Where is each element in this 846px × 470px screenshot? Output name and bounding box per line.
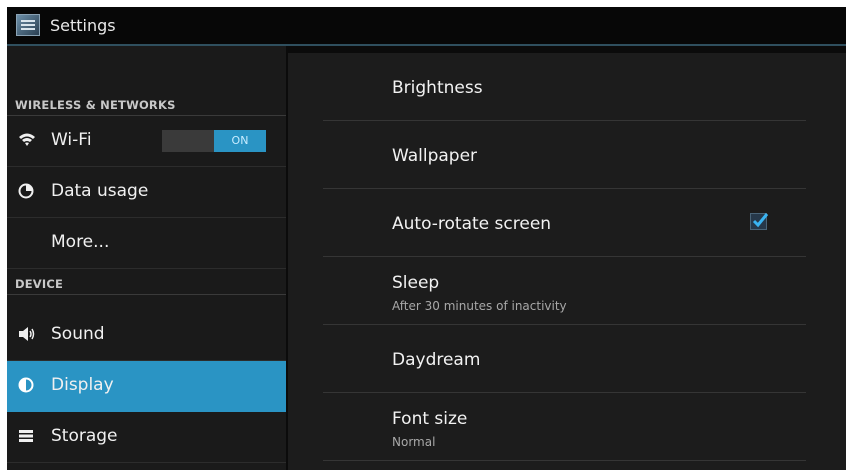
sidebar-item-label: Sound [51, 324, 105, 344]
sidebar-item-label: Storage [51, 426, 118, 446]
display-settings-list: Brightness Wallpaper Auto-rotate screen … [288, 53, 846, 470]
sound-icon [18, 326, 36, 344]
settings-app-icon[interactable] [16, 14, 40, 36]
section-header-device: DEVICE [7, 269, 286, 295]
pref-font-size[interactable]: Font size Normal [323, 393, 806, 461]
section-header-label: DEVICE [15, 277, 64, 291]
wifi-icon [18, 132, 36, 150]
app-title: Settings [50, 16, 116, 35]
checkmark-icon [752, 213, 769, 228]
pref-title: Auto-rotate screen [392, 214, 552, 234]
pref-title: Daydream [392, 350, 481, 370]
pref-sleep[interactable]: Sleep After 30 minutes of inactivity [323, 257, 806, 325]
sidebar-item-label: Display [51, 375, 114, 395]
auto-rotate-checkbox[interactable] [750, 213, 769, 230]
pref-wallpaper[interactable]: Wallpaper [323, 121, 806, 189]
pref-title: Sleep [392, 273, 440, 293]
pref-summary: Normal [392, 435, 436, 449]
settings-window: Settings WIRELESS & NETWORKS Wi-Fi ON Da… [7, 7, 846, 470]
pref-title: Brightness [392, 78, 483, 98]
storage-icon [18, 428, 36, 446]
sidebar-item-label: Data usage [51, 181, 149, 201]
sidebar-item-storage[interactable]: Storage [7, 412, 286, 463]
settings-sidebar: WIRELESS & NETWORKS Wi-Fi ON Data usage … [7, 46, 286, 470]
wifi-toggle[interactable]: ON [162, 130, 266, 152]
sidebar-item-display[interactable]: Display [7, 361, 286, 412]
pref-brightness[interactable]: Brightness [323, 53, 806, 121]
pref-auto-rotate[interactable]: Auto-rotate screen [323, 189, 806, 257]
section-header-wireless: WIRELESS & NETWORKS [7, 90, 286, 116]
pref-daydream[interactable]: Daydream [323, 325, 806, 393]
action-bar: Settings [7, 7, 846, 46]
sidebar-item-label: More... [51, 232, 110, 252]
section-header-label: WIRELESS & NETWORKS [15, 98, 176, 112]
pref-title: Wallpaper [392, 146, 478, 166]
sidebar-item-more[interactable]: More... [7, 218, 286, 269]
pref-title: Font size [392, 409, 468, 429]
sidebar-item-data-usage[interactable]: Data usage [7, 167, 286, 218]
display-icon [18, 377, 36, 395]
sidebar-item-sound[interactable]: Sound [7, 310, 286, 361]
wifi-toggle-state: ON [214, 130, 266, 152]
data-usage-icon [18, 183, 36, 201]
sidebar-item-label: Wi-Fi [51, 130, 92, 150]
sidebar-item-wifi[interactable]: Wi-Fi ON [7, 116, 286, 167]
pref-summary: After 30 minutes of inactivity [392, 299, 567, 313]
